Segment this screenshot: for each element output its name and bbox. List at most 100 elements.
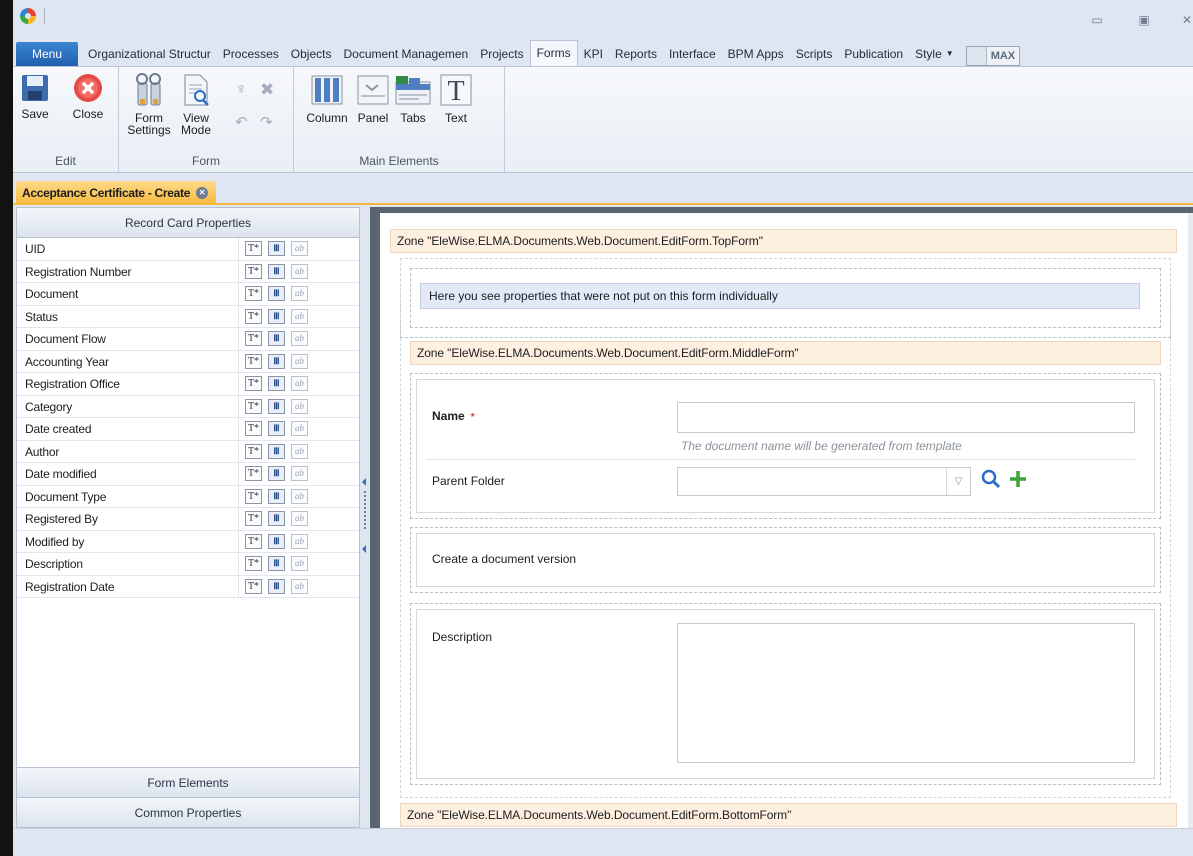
text-field-icon[interactable]: T* (245, 443, 262, 459)
property-row[interactable]: Registered By T* Ⅲab (17, 508, 359, 531)
label-field-icon[interactable]: ab (291, 308, 308, 324)
table-field-icon[interactable]: Ⅲ (268, 286, 285, 302)
text-field-icon[interactable]: T* (245, 286, 262, 302)
label-field-icon[interactable]: ab (291, 578, 308, 594)
tab-organizational-structure[interactable]: Organizational Structur (82, 42, 217, 66)
table-field-icon[interactable]: Ⅲ (268, 331, 285, 347)
label-field-icon[interactable]: ab (291, 286, 308, 302)
collapse-left-icon[interactable] (362, 478, 366, 486)
undo-icon[interactable]: ↶ (235, 113, 248, 131)
property-row[interactable]: Document Type T* Ⅲab (17, 485, 359, 508)
close-window-icon[interactable]: ✕ (1177, 12, 1193, 28)
tab-forms[interactable]: Forms (529, 40, 578, 66)
property-row[interactable]: Document T* Ⅲab (17, 283, 359, 306)
table-field-icon[interactable]: Ⅲ (268, 421, 285, 437)
max-toggle[interactable]: MAX (965, 46, 1021, 66)
text-field-icon[interactable]: T* (245, 533, 262, 549)
form-settings-button[interactable]: Form Settings (127, 73, 171, 136)
property-row[interactable]: Date created T* Ⅲab (17, 418, 359, 441)
label-field-icon[interactable]: ab (291, 241, 308, 257)
label-field-icon[interactable]: ab (291, 263, 308, 279)
tab-objects[interactable]: Objects (285, 42, 338, 66)
close-button[interactable]: Close (68, 73, 108, 120)
property-row[interactable]: Date modified T* Ⅲab (17, 463, 359, 486)
table-field-icon[interactable]: Ⅲ (268, 511, 285, 527)
table-field-icon[interactable]: Ⅲ (268, 353, 285, 369)
table-field-icon[interactable]: Ⅲ (268, 241, 285, 257)
table-field-icon[interactable]: Ⅲ (268, 308, 285, 324)
tab-menu[interactable]: Menu (16, 42, 79, 66)
table-field-icon[interactable]: Ⅲ (268, 443, 285, 459)
text-field-icon[interactable]: T* (245, 511, 262, 527)
property-row[interactable]: Registration Office T* Ⅲab (17, 373, 359, 396)
tab-bpm-apps[interactable]: BPM Apps (722, 42, 790, 66)
panel-button[interactable]: Panel (354, 73, 392, 124)
panel-header[interactable]: Record Card Properties (17, 208, 359, 238)
form-elements-section[interactable]: Form Elements (17, 767, 359, 797)
style-dropdown[interactable]: Style ▼ (909, 42, 960, 66)
property-row[interactable]: Status T* Ⅲab (17, 305, 359, 328)
label-field-icon[interactable]: ab (291, 556, 308, 572)
table-field-icon[interactable]: Ⅲ (268, 578, 285, 594)
label-field-icon[interactable]: ab (291, 398, 308, 414)
tab-publication[interactable]: Publication (838, 42, 909, 66)
table-field-icon[interactable]: Ⅲ (268, 263, 285, 279)
tab-document-management[interactable]: Document Managemen (337, 42, 474, 66)
text-field-icon[interactable]: T* (245, 263, 262, 279)
text-field-icon[interactable]: T* (245, 556, 262, 572)
tab-reports[interactable]: Reports (609, 42, 663, 66)
right-scroll-edge[interactable] (1188, 213, 1193, 828)
restore-icon[interactable]: ▣ (1134, 12, 1154, 28)
column-button[interactable]: Column (302, 73, 352, 124)
tab-processes[interactable]: Processes (217, 42, 285, 66)
label-field-icon[interactable]: ab (291, 353, 308, 369)
text-field-icon[interactable]: T* (245, 353, 262, 369)
text-field-icon[interactable]: T* (245, 241, 262, 257)
property-row[interactable]: Accounting Year T* Ⅲab (17, 350, 359, 373)
table-field-icon[interactable]: Ⅲ (268, 533, 285, 549)
settings-small-icon[interactable]: ♆ (235, 81, 247, 99)
table-field-icon[interactable]: Ⅲ (268, 376, 285, 392)
property-row[interactable]: Registration Date T* Ⅲab (17, 575, 359, 598)
text-field-icon[interactable]: T* (245, 398, 262, 414)
text-field-icon[interactable]: T* (245, 466, 262, 482)
property-row[interactable]: Description T* Ⅲab (17, 553, 359, 576)
property-row[interactable]: Author T* Ⅲab (17, 440, 359, 463)
property-row[interactable]: UID T* Ⅲab (17, 238, 359, 261)
label-field-icon[interactable]: ab (291, 511, 308, 527)
text-field-icon[interactable]: T* (245, 308, 262, 324)
label-field-icon[interactable]: ab (291, 533, 308, 549)
label-field-icon[interactable]: ab (291, 331, 308, 347)
text-field-icon[interactable]: T* (245, 421, 262, 437)
label-field-icon[interactable]: ab (291, 376, 308, 392)
close-tab-icon[interactable]: ✕ (196, 187, 209, 199)
redo-icon[interactable]: ↷ (260, 113, 273, 131)
common-properties-section[interactable]: Common Properties (17, 797, 359, 827)
tabs-button[interactable]: Tabs (394, 73, 432, 124)
label-field-icon[interactable]: ab (291, 488, 308, 504)
text-button[interactable]: T Text (436, 73, 476, 124)
label-field-icon[interactable]: ab (291, 443, 308, 459)
text-field-icon[interactable]: T* (245, 488, 262, 504)
text-field-icon[interactable]: T* (245, 578, 262, 594)
collapse-left-icon-2[interactable] (362, 545, 366, 553)
tab-scripts[interactable]: Scripts (790, 42, 839, 66)
text-field-icon[interactable]: T* (245, 331, 262, 347)
property-row[interactable]: Registration Number T* Ⅲab (17, 260, 359, 283)
save-button[interactable]: Save (19, 73, 51, 120)
label-field-icon[interactable]: ab (291, 421, 308, 437)
property-row[interactable]: Modified by T* Ⅲab (17, 530, 359, 553)
property-row[interactable]: Category T* Ⅲab (17, 395, 359, 418)
delete-small-icon[interactable]: ✖ (260, 80, 274, 100)
zone-top-form[interactable]: Zone "EleWise.ELMA.Documents.Web.Documen… (390, 229, 1177, 253)
panel-splitter[interactable] (360, 207, 370, 828)
table-field-icon[interactable]: Ⅲ (268, 556, 285, 572)
label-field-icon[interactable]: ab (291, 466, 308, 482)
table-field-icon[interactable]: Ⅲ (268, 466, 285, 482)
table-field-icon[interactable]: Ⅲ (268, 398, 285, 414)
zone-bottom-form[interactable]: Zone "EleWise.ELMA.Documents.Web.Documen… (400, 803, 1177, 827)
view-mode-button[interactable]: View Mode (179, 73, 213, 136)
text-field-icon[interactable]: T* (245, 376, 262, 392)
tab-projects[interactable]: Projects (474, 42, 529, 66)
minimize-icon[interactable]: ▭ (1087, 12, 1107, 28)
